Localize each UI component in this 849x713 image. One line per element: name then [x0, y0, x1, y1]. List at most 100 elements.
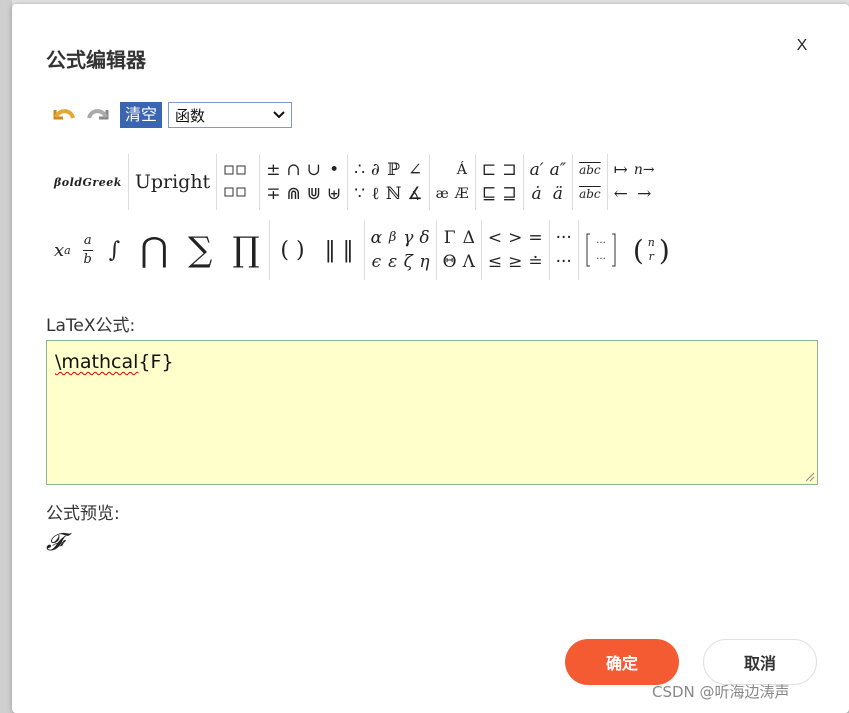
less-than-symbol[interactable]: < — [488, 227, 502, 249]
upright-button[interactable]: Upright — [129, 154, 218, 210]
widehat-symbol[interactable]: abc — [579, 183, 601, 205]
ldots-symbol[interactable]: ··· — [556, 251, 572, 273]
greek-upper-group[interactable]: Γ Δ Θ Λ — [437, 220, 482, 280]
cup-symbol[interactable]: ∪ — [307, 159, 321, 181]
box-layout-icon — [224, 165, 246, 197]
norm-button[interactable]: ‖ ‖ — [315, 220, 365, 280]
undo-icon[interactable] — [48, 102, 78, 128]
logic-group[interactable]: ∴ ∂ ℙ ∠ ∵ ℓ ℕ ∡ — [348, 154, 430, 210]
matrix-icon: ··· ··· — [586, 233, 616, 267]
angle-symbol[interactable]: ∠ — [407, 159, 422, 181]
latex-label: LaTeX公式: — [46, 316, 136, 336]
fraction-symbol: a b — [82, 233, 93, 267]
category-select-value: 函数 — [175, 106, 206, 125]
matrix-button[interactable]: ··· ··· — [579, 220, 623, 280]
sqsupset-symbol[interactable]: ⊐ — [502, 159, 516, 181]
greek-lower-group[interactable]: α β γ δ ϵ ε ζ η — [365, 220, 437, 280]
accents-group[interactable]: Á æ Æ — [430, 154, 476, 210]
bigcap-button[interactable]: ⋂ — [130, 220, 178, 280]
plus-minus-symbol[interactable]: ± — [266, 159, 280, 181]
close-button[interactable]: X — [792, 36, 812, 56]
zeta-symbol[interactable]: ζ — [403, 251, 413, 273]
leq-symbol[interactable]: ≤ — [488, 251, 502, 273]
integral-button[interactable]: ∫ — [99, 220, 130, 280]
latex-input[interactable]: \mathcal{F} — [46, 340, 818, 485]
formula-preview: 𝓕 — [46, 528, 64, 556]
equals-symbol[interactable]: = — [528, 227, 542, 249]
measured-angle-symbol[interactable]: ∡ — [407, 183, 422, 205]
Theta-symbol[interactable]: Θ — [443, 251, 457, 273]
alpha-symbol[interactable]: α — [371, 227, 382, 249]
n-arrow-symbol[interactable]: n→ — [634, 159, 655, 181]
ddot-accent-symbol[interactable]: ä — [550, 183, 567, 205]
relations-group[interactable]: < > = ≤ ≥ ≐ — [482, 220, 550, 280]
Delta-symbol[interactable]: Δ — [463, 227, 475, 249]
resize-handle-icon[interactable] — [805, 472, 815, 482]
double-cup-symbol[interactable]: ⋓ — [307, 183, 321, 205]
right-arrow-symbol[interactable]: → — [634, 183, 655, 205]
AE-symbol[interactable]: Æ — [455, 183, 469, 205]
square-set-group[interactable]: ⊏ ⊐ ⊑ ⊒ — [476, 154, 524, 210]
gamma-symbol[interactable]: γ — [403, 227, 413, 249]
geq-symbol[interactable]: ≥ — [508, 251, 522, 273]
double-cap-symbol[interactable]: ⋒ — [286, 183, 300, 205]
Lambda-symbol[interactable]: Λ — [463, 251, 475, 273]
epsilon-symbol[interactable]: ϵ — [371, 251, 382, 273]
because-symbol[interactable]: ∵ — [354, 183, 365, 205]
prod-button[interactable]: ∏ — [222, 220, 271, 280]
primes-group[interactable]: a′ a″ ȧ ä — [524, 154, 574, 210]
acute-A-symbol[interactable]: Á — [455, 159, 469, 181]
naturals-set-symbol[interactable]: ℕ — [386, 183, 402, 205]
category-select[interactable]: 函数 — [168, 102, 293, 128]
minus-plus-symbol[interactable]: ∓ — [266, 183, 280, 205]
partial-symbol[interactable]: ∂ — [371, 159, 380, 181]
dot-accent-symbol[interactable]: ȧ — [530, 183, 544, 205]
svg-text:···: ··· — [596, 238, 606, 249]
sum-symbol: ∑ — [188, 230, 213, 270]
beta-symbol[interactable]: β — [388, 227, 397, 249]
left-arrow-symbol[interactable]: ← — [614, 183, 628, 205]
redo-icon[interactable] — [84, 102, 114, 128]
ae-symbol[interactable]: æ — [436, 183, 449, 205]
operators-group[interactable]: ± ∩ ∪ • ∓ ⋒ ⋓ ⊎ — [260, 154, 349, 210]
ell-symbol[interactable]: ℓ — [371, 183, 380, 205]
confirm-button[interactable]: 确定 — [565, 639, 679, 685]
clear-button[interactable]: 清空 — [120, 102, 163, 128]
cap-symbol[interactable]: ∩ — [286, 159, 300, 181]
sqsupseteq-symbol[interactable]: ⊒ — [502, 183, 516, 205]
wide-accent-group[interactable]: abc abc — [573, 154, 608, 210]
fraction-denominator: b — [83, 251, 92, 267]
cancel-button[interactable]: 取消 — [703, 639, 817, 685]
Gamma-symbol[interactable]: Γ — [443, 227, 457, 249]
chevron-down-icon — [273, 111, 285, 119]
doteq-symbol[interactable]: ≐ — [528, 251, 542, 273]
fraction-button[interactable]: a b — [77, 220, 99, 280]
widetilde-symbol[interactable]: abc — [579, 159, 601, 181]
binomial-button[interactable]: ( n r ) — [623, 220, 680, 280]
dots-group[interactable]: ··· ··· — [550, 220, 579, 280]
mapsto-symbol[interactable]: ↦ — [614, 159, 628, 181]
sum-button[interactable]: ∑ — [178, 220, 222, 280]
bullet-symbol[interactable]: • — [327, 159, 341, 181]
box-symbols-button[interactable] — [217, 154, 261, 210]
cdots-symbol[interactable]: ··· — [556, 227, 572, 249]
symbol-row-1: βoldGreek Upright ± ∩ ∪ • ∓ ⋒ ⋓ ⊎ ∴ ∂ ℙ … — [48, 154, 661, 210]
double-prime-symbol[interactable]: a″ — [550, 159, 567, 181]
primes-set-symbol[interactable]: ℙ — [386, 159, 402, 181]
sqsubseteq-symbol[interactable]: ⊑ — [482, 183, 496, 205]
bold-greek-button[interactable]: βoldGreek — [48, 154, 129, 210]
delta-symbol[interactable]: δ — [419, 227, 429, 249]
arrows-group[interactable]: ↦ n→ ← → — [608, 154, 661, 210]
sqsubset-symbol[interactable]: ⊏ — [482, 159, 496, 181]
prime-symbol[interactable]: a′ — [530, 159, 544, 181]
uplus-symbol[interactable]: ⊎ — [327, 183, 341, 205]
varepsilon-symbol[interactable]: ε — [388, 251, 397, 273]
editor-toolbar: 清空 函数 — [48, 100, 293, 130]
binomial-top: n — [647, 236, 655, 249]
therefore-symbol[interactable]: ∴ — [354, 159, 365, 181]
greater-than-symbol[interactable]: > — [508, 227, 522, 249]
eta-symbol[interactable]: η — [419, 251, 429, 273]
binomial-bottom: r — [648, 250, 654, 263]
power-button[interactable]: xa — [48, 220, 77, 280]
parentheses-button[interactable]: ( ) — [270, 220, 314, 280]
